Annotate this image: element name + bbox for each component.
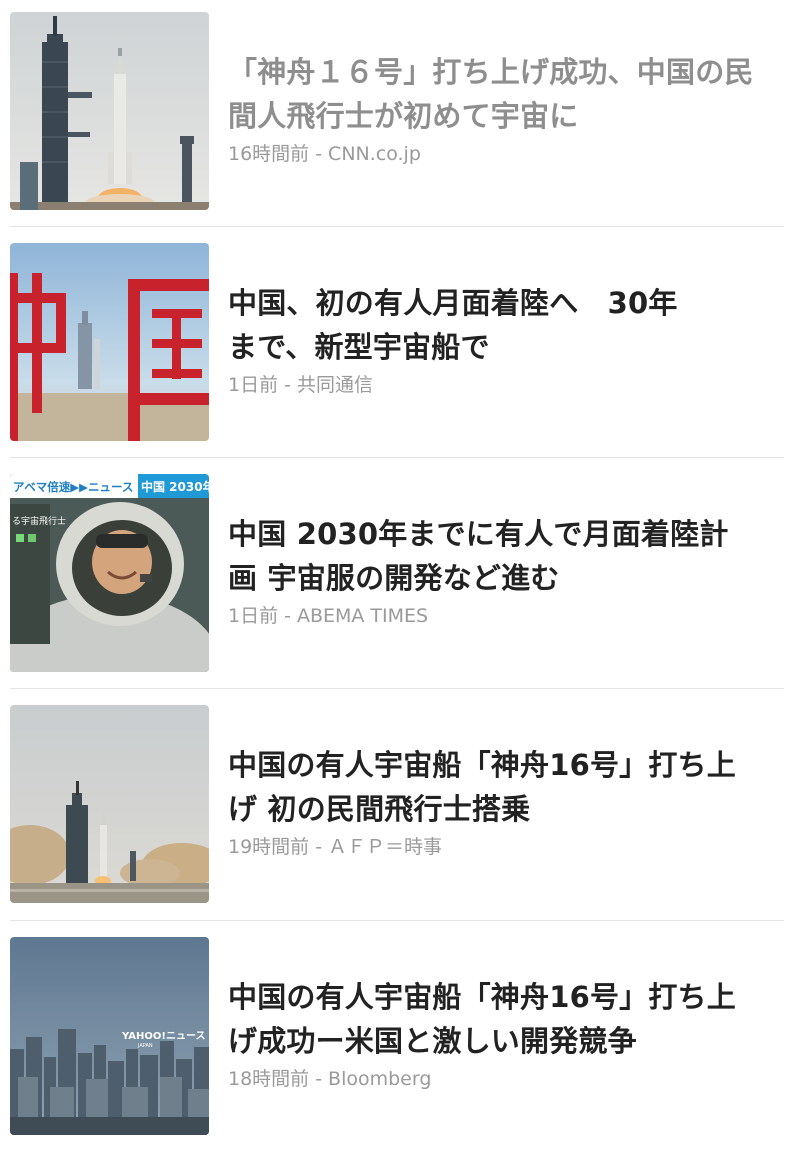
meta-separator: - [315,1068,323,1090]
article-meta: 1日前 - ABEMA TIMES [228,604,428,628]
article-thumbnail-china-sign[interactable] [10,243,209,441]
article-thumbnail-city-skyline[interactable]: YAHOO!ニュース JAPAN [10,937,209,1135]
news-feed: 「神舟１６号」打ち上げ成功、中国の民 間人飛行士が初めて宇宙に 16時間前 - CN… [0,0,800,1147]
article-meta: 18時間前 - Bloomberg [228,1067,431,1091]
article-meta: 16時間前 - CNN.co.jp [228,142,421,166]
news-article-1[interactable]: 「神舟１６号」打ち上げ成功、中国の民 間人飛行士が初めて宇宙に 16時間前 - CN… [0,0,800,231]
headline-line: げ 初の民間飛行士搭乗 [228,792,531,826]
article-thumbnail-rocket-launch-pad[interactable] [10,12,209,210]
headline-line: 画 宇宙服の開発など進む [228,561,560,595]
article-source: ABEMA TIMES [296,605,429,627]
article-text: 中国の有人宇宙船「神舟16号」打ち上 げ 初の民間飛行士搭乗 19時間前 - ＡＦＰ… [228,693,778,924]
article-headline[interactable]: 中国 2030年までに有人で月面着陸計 画 宇宙服の開発など進む [228,512,778,600]
rocket-liftoff-smoke-photo [10,705,209,903]
article-meta: 1日前 - 共同通信 [228,373,373,397]
divider [10,688,784,689]
news-article-4[interactable]: 中国の有人宇宙船「神舟16号」打ち上 げ 初の民間飛行士搭乗 19時間前 - ＡＦＰ… [0,693,800,924]
article-time: 18時間前 [228,1068,310,1090]
thumb-banner-right: 中国 2030年 [141,479,209,494]
rocket-launch-pad-photo [10,12,209,210]
meta-separator: - [284,374,291,396]
headline-line: 中国、初の有人月面着陸へ 30年 [228,286,678,320]
article-headline[interactable]: 中国の有人宇宙船「神舟16号」打ち上 げ 初の民間飛行士搭乗 [228,743,778,831]
article-headline[interactable]: 「神舟１６号」打ち上げ成功、中国の民 間人飛行士が初めて宇宙に [228,50,778,138]
article-text: 中国、初の有人月面着陸へ 30年 まで、新型宇宙船で 1日前 - 共同通信 [228,231,778,462]
news-article-2[interactable]: 中国、初の有人月面着陸へ 30年 まで、新型宇宙船で 1日前 - 共同通信 [0,231,800,462]
meta-separator: - [315,836,323,858]
article-text: 中国の有人宇宙船「神舟16号」打ち上 げ成功ー米国と激しい開発競争 18時間前 -… [228,925,778,1156]
article-text: 中国 2030年までに有人で月面着陸計 画 宇宙服の開発など進む 1日前 - ABE… [228,462,778,693]
article-source: 共同通信 [296,374,373,396]
city-skyline-photo: YAHOO!ニュース JAPAN [10,937,209,1135]
article-time: 16時間前 [228,143,310,165]
headline-line: 間人飛行士が初めて宇宙に [228,99,579,133]
article-text: 「神舟１６号」打ち上げ成功、中国の民 間人飛行士が初めて宇宙に 16時間前 - CN… [228,0,778,231]
thumb-banner-left: アベマ倍速▶▶ニュース [13,480,133,494]
article-meta: 19時間前 - ＡＦＰ＝時事 [228,835,442,859]
headline-line: まで、新型宇宙船で [228,330,490,364]
headline-line: 「神舟１６号」打ち上げ成功、中国の民 [228,55,754,89]
thumb-watermark-sub: JAPAN [137,1043,153,1049]
meta-separator: - [284,605,291,627]
headline-line: 中国の有人宇宙船「神舟16号」打ち上 [228,748,736,782]
headline-line: げ成功ー米国と激しい開発競争 [228,1024,637,1058]
article-headline[interactable]: 中国の有人宇宙船「神舟16号」打ち上 げ成功ー米国と激しい開発競争 [228,975,778,1063]
news-article-5[interactable]: YAHOO!ニュース JAPAN 中国の有人宇宙船「神舟16号」打ち上 げ成功ー… [0,925,800,1156]
article-thumbnail-rocket-liftoff[interactable] [10,705,209,903]
headline-line: 中国の有人宇宙船「神舟16号」打ち上 [228,980,736,1014]
article-thumbnail-astronaut[interactable]: アベマ倍速▶▶ニュース 中国 2030年 る宇宙飛行士 [10,474,209,672]
divider [10,920,784,921]
divider [10,226,784,227]
headline-line: 中国 2030年までに有人で月面着陸計 [228,517,729,551]
article-time: 19時間前 [228,836,310,858]
divider [10,457,784,458]
astronaut-in-helmet-photo: アベマ倍速▶▶ニュース 中国 2030年 る宇宙飛行士 [10,474,209,672]
article-source: CNN.co.jp [328,143,421,165]
news-article-3[interactable]: アベマ倍速▶▶ニュース 中国 2030年 る宇宙飛行士 中国 2030年までに有… [0,462,800,693]
article-time: 1日前 [228,605,279,627]
article-time: 1日前 [228,374,279,396]
thumb-watermark: YAHOO!ニュース [121,1030,205,1042]
thumb-caption: る宇宙飛行士 [12,515,66,527]
article-source: ＡＦＰ＝時事 [328,836,443,858]
article-source: Bloomberg [328,1068,432,1090]
meta-separator: - [315,143,323,165]
china-sign-rocket-photo [10,243,209,441]
article-headline[interactable]: 中国、初の有人月面着陸へ 30年 まで、新型宇宙船で [228,281,778,369]
